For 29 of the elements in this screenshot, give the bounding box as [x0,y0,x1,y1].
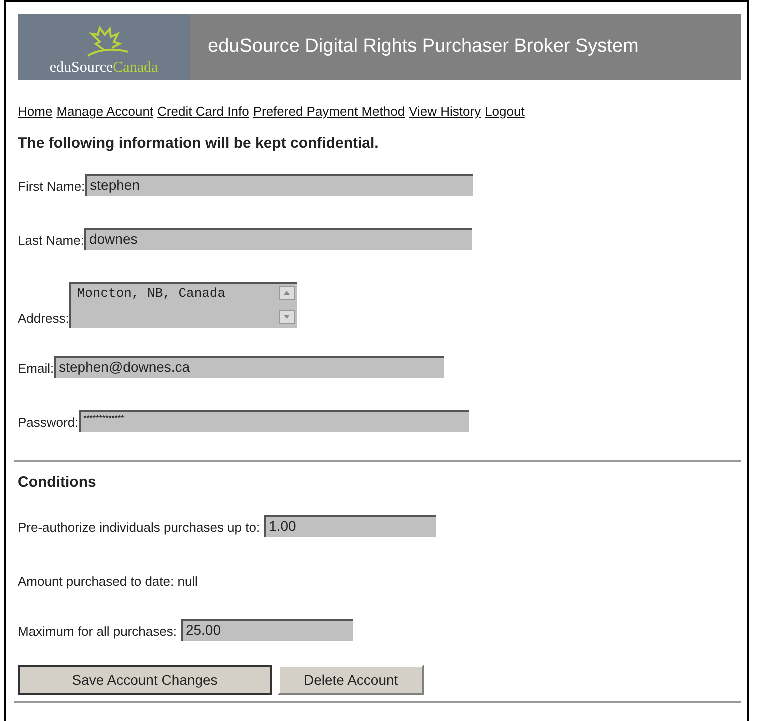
nav-link[interactable]: Logout [485,104,525,119]
field-label: Password: [18,415,79,432]
nav-link[interactable]: Credit Card Info [158,104,250,119]
input-field[interactable]: stephen@downes.ca [54,356,444,378]
page-title: eduSource Digital Rights Purchaser Broker System [207,35,639,59]
nav-link[interactable]: Prefered Payment Method [253,104,406,119]
address-field[interactable]: Moncton, NB, Canada [69,282,298,328]
form-button[interactable]: Delete Account [278,665,424,695]
section-heading: Conditions [18,474,98,491]
nav-link[interactable]: View History [409,104,482,119]
field-label: First Name: [18,179,86,196]
scroll-up-icon[interactable] [279,286,296,300]
info-text: Amount purchased to date: null [18,574,198,591]
input-field[interactable]: 1.00 [264,515,436,537]
field-label: Address: [18,311,70,328]
input-field[interactable]: stephen [85,174,474,196]
field-label: Maximum for all purchases: [18,624,177,641]
logo-text: eduSourceCanada [50,60,158,77]
password-field[interactable]: ************* [78,410,469,432]
field-label: Last Name: [18,233,84,250]
scroll-down-icon[interactable] [279,310,296,324]
field-label: Email: [18,361,54,378]
input-field[interactable]: downes [84,228,472,250]
section-heading: The following information will be kept confidential. [18,135,380,152]
nav-link[interactable]: Home [18,104,53,119]
field-label: Pre-authorize individuals purchases up to: [18,520,260,537]
input-field[interactable]: 25.00 [180,619,353,641]
form-button[interactable]: Save Account Changes [18,665,272,695]
nav-link[interactable]: Manage Account [56,104,154,119]
